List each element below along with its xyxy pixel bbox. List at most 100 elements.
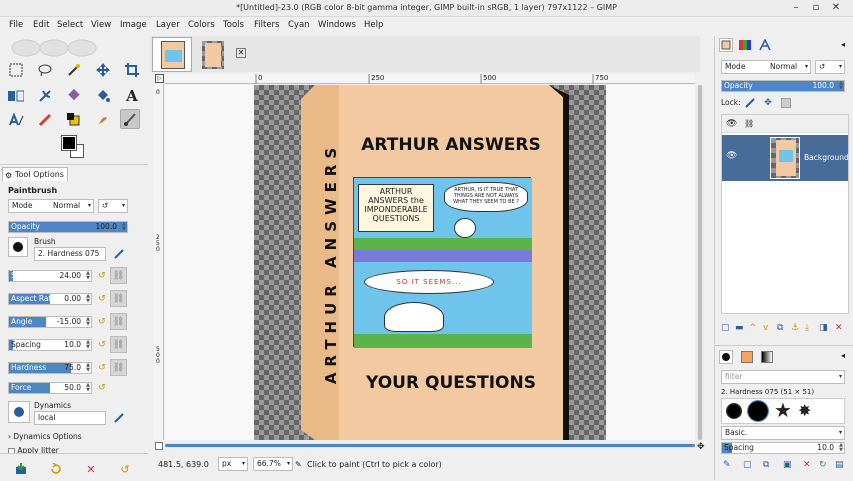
tab-patterns[interactable]: [741, 351, 753, 363]
brush-hardness-075[interactable]: [747, 400, 769, 422]
clone-tool[interactable]: [64, 86, 84, 106]
tab-tool-options[interactable]: ⚙ Tool Options: [2, 167, 68, 181]
tab-layers[interactable]: [719, 38, 733, 52]
link-angle-icon[interactable]: ⛓: [110, 313, 127, 330]
restore-options-icon[interactable]: [49, 462, 63, 476]
mode-select[interactable]: Mode Normal ▾: [8, 199, 94, 213]
lasso-tool[interactable]: [35, 60, 55, 80]
brush-name-field[interactable]: 2. Hardness 075: [34, 247, 106, 261]
minimize-icon[interactable]: –: [790, 2, 802, 14]
edit-dynamics-icon[interactable]: [112, 411, 126, 425]
unified-transform-tool[interactable]: [6, 86, 26, 106]
tab-gradients[interactable]: [761, 351, 773, 363]
menu-help[interactable]: Help: [364, 20, 383, 30]
menu-view[interactable]: View: [91, 20, 111, 30]
visibility-icon[interactable]: 👁: [726, 151, 737, 161]
link-spacing-icon[interactable]: ⛓: [110, 336, 127, 353]
tab-paths[interactable]: [759, 38, 771, 51]
new-group-icon[interactable]: ▬: [735, 323, 744, 333]
image-tab-2[interactable]: [198, 40, 228, 70]
delete-layer-icon[interactable]: ✕: [835, 323, 843, 333]
dynamics-preview[interactable]: [8, 401, 30, 423]
tab-brushes[interactable]: [719, 350, 733, 364]
force-slider[interactable]: Force 50.0 ▲ ▼: [8, 382, 92, 394]
panel-menu-icon[interactable]: ◂: [841, 40, 845, 49]
reset-spacing-icon[interactable]: ↺: [95, 338, 109, 352]
menu-file[interactable]: File: [9, 20, 23, 30]
link-hardness-icon[interactable]: ⛓: [110, 359, 127, 376]
edit-brush-icon[interactable]: [112, 247, 126, 261]
dynamics-field[interactable]: local: [34, 411, 106, 425]
bucket-fill-tool[interactable]: [93, 86, 113, 106]
link-aspect-icon[interactable]: ⛓: [110, 290, 127, 307]
duplicate-brush-icon[interactable]: ⧉: [763, 460, 769, 470]
close-tab-icon[interactable]: ✕: [236, 48, 246, 58]
menu-tools[interactable]: Tools: [223, 20, 244, 30]
delete-brush-icon[interactable]: ✕: [803, 460, 811, 470]
fuzzy-select-tool[interactable]: [64, 60, 84, 80]
menu-windows[interactable]: Windows: [318, 20, 356, 30]
save-options-icon[interactable]: [14, 462, 28, 476]
close-icon[interactable]: ✕: [830, 2, 842, 14]
navigate-icon[interactable]: ✥: [697, 442, 705, 452]
reset-force-icon[interactable]: ↺: [95, 381, 109, 395]
reset-size-icon[interactable]: ↺: [95, 269, 109, 283]
hardness-slider[interactable]: Hardness 75.0 ▲ ▼: [8, 362, 92, 374]
maximize-icon[interactable]: ▫: [810, 2, 822, 14]
horizontal-scrollbar[interactable]: [165, 443, 695, 448]
brush-soft[interactable]: [726, 403, 742, 419]
menu-filters[interactable]: Filters: [254, 20, 279, 30]
menu-colors[interactable]: Colors: [188, 20, 215, 30]
panel-menu-icon[interactable]: ◂: [841, 351, 845, 360]
unit-select[interactable]: px ▾: [218, 457, 248, 471]
quick-mask-toggle-icon[interactable]: ▷: [155, 74, 164, 83]
brush-grid[interactable]: ★ ✸: [721, 398, 845, 424]
paintbrush-tool[interactable]: [120, 109, 140, 129]
mode-reset-select[interactable]: ↺ ▾: [98, 199, 128, 213]
menu-select[interactable]: Select: [57, 20, 83, 30]
tab-channels[interactable]: [739, 39, 751, 51]
reset-hardness-icon[interactable]: ↺: [95, 361, 109, 375]
text-tool[interactable]: A: [122, 86, 142, 106]
dynamics-options-expander[interactable]: › Dynamics Options: [8, 432, 82, 441]
brush-preset-select[interactable]: Basic. ▾: [721, 426, 845, 440]
new-layer-icon[interactable]: ▢: [721, 323, 730, 333]
link-size-icon[interactable]: ⛓: [110, 267, 127, 284]
raise-layer-icon[interactable]: ^: [749, 323, 757, 333]
zoom-toggle-icon[interactable]: [155, 442, 163, 450]
zoom-select[interactable]: 66.7% ▾: [253, 457, 293, 471]
paths-tool[interactable]: [6, 110, 26, 130]
brush-spacing-slider[interactable]: Spacing 10.0 ▲ ▼: [721, 442, 845, 454]
smudge-tool[interactable]: [93, 110, 113, 130]
lock-position-icon[interactable]: ✥: [761, 96, 775, 110]
new-brush-icon[interactable]: ▢: [743, 460, 752, 470]
brush-filter-input[interactable]: filter ▾: [721, 370, 845, 384]
fg-color-picker-icon[interactable]: [64, 110, 84, 130]
brush-as-image-icon[interactable]: ▤: [835, 460, 844, 470]
vertical-scrollbar[interactable]: [697, 85, 703, 440]
delete-options-icon[interactable]: ✕: [84, 462, 98, 476]
refresh-brushes-icon[interactable]: ↻: [819, 460, 827, 470]
image-tab-1[interactable]: [152, 37, 192, 72]
layer-mode-reset[interactable]: ↺ ▾: [815, 60, 845, 74]
fg-bg-color-swatch[interactable]: [60, 135, 90, 162]
edit-brush-icon[interactable]: ✎: [723, 460, 731, 470]
pencil-tool[interactable]: [35, 110, 55, 130]
size-slider[interactable]: Size 24.00 ▲ ▼: [8, 270, 92, 282]
menu-image[interactable]: Image: [120, 20, 147, 30]
lock-pixels-icon[interactable]: [743, 96, 757, 110]
canvas-viewport[interactable]: ARTHUR ANSWERS ARTHUR ANSWERS ARTHUR ANS…: [165, 85, 695, 440]
brush-preview[interactable]: [8, 237, 28, 257]
layer-mode-select[interactable]: Mode Normal ▾: [721, 60, 811, 74]
crop-tool[interactable]: [122, 60, 142, 80]
brush-splatter[interactable]: ✸: [798, 401, 811, 421]
menu-edit[interactable]: Edit: [33, 20, 49, 30]
merge-layer-icon[interactable]: ⤓: [805, 323, 809, 333]
aspect-ratio-slider[interactable]: Aspect Ratio 0.00 ▲ ▼: [8, 293, 92, 305]
menu-layer[interactable]: Layer: [156, 20, 180, 30]
angle-slider[interactable]: Angle -15.00 ▲ ▼: [8, 316, 92, 328]
copy-brush-location-icon[interactable]: ▣: [783, 460, 792, 470]
menu-cyan[interactable]: Cyan: [288, 20, 310, 30]
brush-star[interactable]: ★: [774, 399, 792, 421]
warp-transform-tool[interactable]: [35, 86, 55, 106]
